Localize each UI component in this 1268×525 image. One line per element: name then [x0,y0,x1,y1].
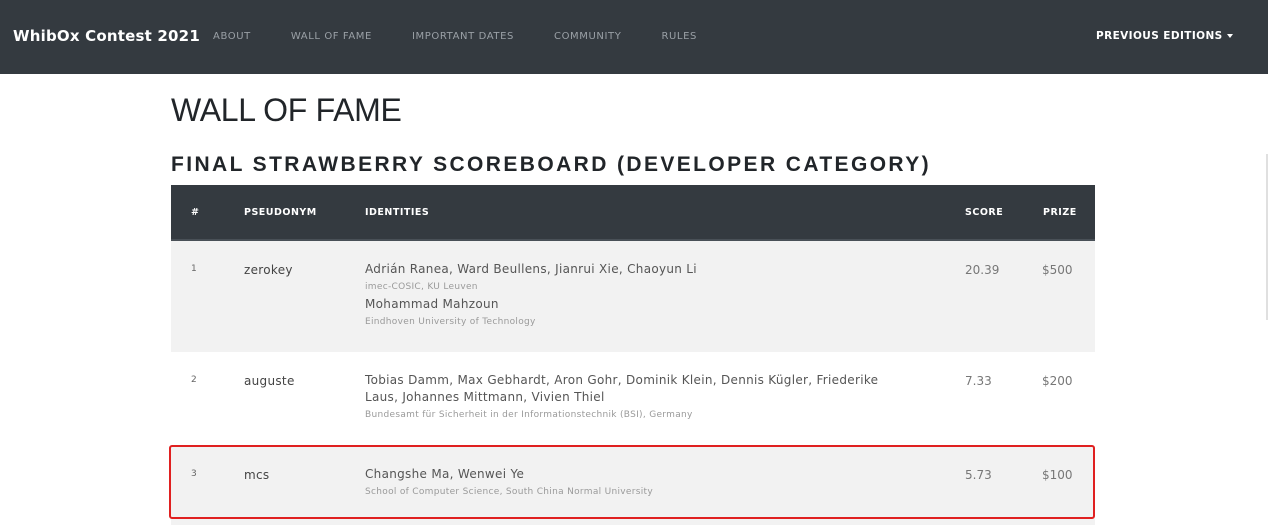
table-row: 2 auguste Tobias Damm, Max Gebhardt, Aro… [171,352,1095,447]
nav-link-wall-of-fame[interactable]: WALL OF FAME [291,31,372,42]
table-header: # PSEUDONYM IDENTITIES SCORE PRIZE [171,185,1095,241]
table-row: 3 mcs Changshe Ma, Wenwei Ye School of C… [171,447,1095,525]
prize-cell: $500 [1042,263,1073,277]
rank-cell: 1 [191,264,197,274]
scoreboard-table: # PSEUDONYM IDENTITIES SCORE PRIZE 1 zer… [171,185,1095,525]
brand-link[interactable]: WhibOx Contest 2021 [13,27,200,45]
prize-cell: $200 [1042,374,1073,388]
pseudonym-cell: zerokey [244,263,293,277]
identities-cell: Changshe Ma, Wenwei Ye School of Compute… [365,466,925,501]
top-navbar: WhibOx Contest 2021 ABOUT WALL OF FAME I… [0,0,1268,74]
score-cell: 20.39 [965,263,1000,277]
header-rank: # [191,207,200,218]
nav-link-about[interactable]: ABOUT [213,31,251,42]
identity-names: Changshe Ma, Wenwei Ye [365,467,525,481]
nav-link-important-dates[interactable]: IMPORTANT DATES [412,31,514,42]
table-row: 1 zerokey Adrián Ranea, Ward Beullens, J… [171,241,1095,352]
header-pseudonym: PSEUDONYM [244,207,317,218]
identity-affiliation: imec-COSIC, KU Leuven [365,282,478,292]
section-title: FINAL STRAWBERRY SCOREBOARD (DEVELOPER C… [171,153,932,176]
nav-link-rules[interactable]: RULES [661,31,697,42]
pseudonym-cell: auguste [244,374,295,388]
header-identities: IDENTITIES [365,207,430,218]
prize-cell: $100 [1042,468,1073,482]
rank-cell: 3 [191,469,197,479]
identity-names: Adrián Ranea, Ward Beullens, Jianrui Xie… [365,262,697,276]
page-scrollbar[interactable] [1264,74,1268,520]
identities-cell: Adrián Ranea, Ward Beullens, Jianrui Xie… [365,261,925,331]
rank-cell: 2 [191,375,197,385]
nav-link-community[interactable]: COMMUNITY [554,31,621,42]
header-score: SCORE [965,207,1004,218]
identity-names: Mohammad Mahzoun [365,297,499,311]
identity-affiliation: Bundesamt für Sicherheit in der Informat… [365,410,693,420]
nav-links: ABOUT WALL OF FAME IMPORTANT DATES COMMU… [213,31,737,42]
identities-cell: Tobias Damm, Max Gebhardt, Aron Gohr, Do… [365,372,905,424]
pseudonym-cell: mcs [244,468,270,482]
previous-editions-label: PREVIOUS EDITIONS [1096,30,1223,42]
caret-down-icon [1226,34,1233,38]
identity-affiliation: Eindhoven University of Technology [365,317,536,327]
previous-editions-dropdown[interactable]: PREVIOUS EDITIONS [1096,30,1233,42]
score-cell: 7.33 [965,374,992,388]
identity-affiliation: School of Computer Science, South China … [365,487,653,497]
score-cell: 5.73 [965,468,992,482]
page-title: WALL OF FAME [171,92,402,128]
header-prize: PRIZE [1043,207,1077,218]
identity-names: Tobias Damm, Max Gebhardt, Aron Gohr, Do… [365,373,879,404]
